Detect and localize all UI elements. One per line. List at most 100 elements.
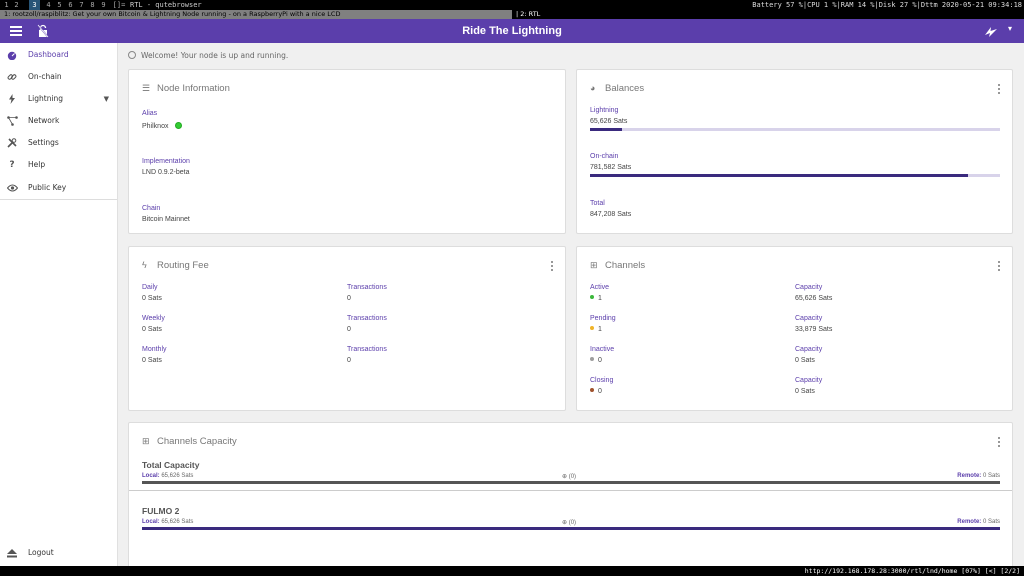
- sidebar-item-label: Dashboard: [28, 50, 69, 59]
- bolt-icon: [6, 89, 18, 109]
- sidebar-item-help[interactable]: ? Help: [0, 155, 117, 175]
- lightning-bar: [590, 128, 1000, 131]
- eye-icon: [6, 178, 18, 198]
- sidebar-item-dashboard[interactable]: Dashboard: [0, 45, 117, 65]
- active-count: 1: [590, 295, 602, 302]
- network-icon: [6, 111, 18, 131]
- lightning-bar-fill: [590, 128, 622, 131]
- tab-rtl[interactable]: | 2: RTL: [512, 10, 1024, 19]
- total-value: 847,208 Sats: [590, 211, 632, 218]
- speedometer-icon: [6, 45, 18, 65]
- monthly-transactions-label: Transactions: [347, 346, 387, 353]
- pending-capacity-value: 33,879 Sats: [795, 326, 833, 333]
- more-vert-icon[interactable]: [998, 84, 1002, 95]
- daily-value: 0 Sats: [142, 295, 162, 302]
- sidebar-item-logout[interactable]: Logout: [0, 543, 117, 563]
- card-title: ☰ Node Information: [142, 83, 230, 94]
- sidebar-item-label: Logout: [28, 548, 54, 557]
- sidebar-item-label: Network: [28, 116, 60, 125]
- workspace-8[interactable]: 8: [87, 0, 98, 10]
- channel-count: ⊕ (0): [562, 474, 577, 480]
- sidebar-item-public-key[interactable]: Public Key: [0, 178, 117, 198]
- i3-bar: 1 2 3 4 5 6 7 8 9 []= RTL - qutebrowser …: [0, 0, 1024, 10]
- sidebar: Dashboard On-chain Lightning ▼ Network S…: [0, 43, 118, 566]
- workspace-7[interactable]: 7: [76, 0, 87, 10]
- sidebar-item-network[interactable]: Network: [0, 111, 117, 131]
- inactive-count: 0: [590, 357, 602, 364]
- workspace-6[interactable]: 6: [65, 0, 76, 10]
- peer-title: FULMO 2: [142, 506, 180, 516]
- sidebar-item-label: Settings: [28, 138, 59, 147]
- status-url: http://192.168.178.28:3000/rtl/lnd/home …: [804, 567, 1020, 575]
- sidebar-item-label: Help: [28, 160, 46, 169]
- list-icon: ☰: [142, 83, 151, 93]
- sidebar-item-lightning[interactable]: Lightning ▼: [0, 89, 117, 109]
- more-vert-icon[interactable]: [551, 261, 555, 272]
- peer-remote-balance: Remote: 0 Sats: [957, 519, 1000, 525]
- channels-card: ⊞ Channels Active 1 Capacity 65,626 Sats …: [576, 246, 1013, 411]
- card-title: ⊞ Channels Capacity: [142, 436, 237, 447]
- more-vert-icon[interactable]: [998, 437, 1002, 448]
- total-capacity-title: Total Capacity: [142, 460, 200, 470]
- card-title: ⊞ Channels: [590, 260, 646, 271]
- daily-transactions-label: Transactions: [347, 284, 387, 291]
- main-content: Welcome! Your node is up and running. ☰ N…: [118, 43, 1024, 572]
- link-icon: [6, 67, 18, 87]
- onchain-label: On-chain: [590, 153, 619, 160]
- closing-capacity-label: Capacity: [795, 377, 823, 384]
- status-line: Battery 57 %|CPU 1 %|RAM 14 %|Disk 27 %|…: [752, 1, 1022, 9]
- weekly-transactions-value: 0: [347, 326, 351, 333]
- sidebar-item-on-chain[interactable]: On-chain: [0, 67, 117, 87]
- local-balance: Local: 65,626 Sats: [142, 473, 194, 479]
- welcome-message: Welcome! Your node is up and running.: [128, 51, 288, 60]
- workspace-3[interactable]: 3: [29, 0, 40, 10]
- workspace-9[interactable]: 9: [98, 0, 109, 10]
- remote-balance: Remote: 0 Sats: [957, 473, 1000, 479]
- network-icon: ⊞: [590, 260, 598, 270]
- chevron-down-icon[interactable]: ▼: [104, 89, 109, 109]
- online-status-icon: [175, 122, 183, 129]
- more-vert-icon[interactable]: [998, 261, 1002, 272]
- sidebar-item-label: Lightning: [28, 94, 64, 103]
- workspace-2[interactable]: 2: [11, 0, 22, 10]
- rtl-app: Ride The Lightning ▾ Dashboard On-chain …: [0, 19, 1024, 572]
- tools-icon: [6, 133, 18, 153]
- peer-capacity-bar: [142, 527, 1000, 530]
- status-dot-icon: [590, 295, 594, 299]
- question-icon: ?: [9, 160, 15, 170]
- weekly-value: 0 Sats: [142, 326, 162, 333]
- chain-value: Bitcoin Mainnet: [142, 216, 190, 223]
- sidebar-item-label: On-chain: [28, 72, 62, 81]
- card-title: ϟ Routing Fee: [142, 260, 209, 271]
- lightning-label: Lightning: [590, 107, 619, 114]
- onchain-bar-fill: [590, 174, 969, 177]
- separator: [129, 490, 1012, 491]
- top-toolbar: Ride The Lightning ▾: [0, 19, 1024, 43]
- peer-local-balance: Local: 65,626 Sats: [142, 519, 194, 525]
- workspace-4[interactable]: 4: [43, 0, 54, 10]
- tab-raspiblitz[interactable]: 1: rootzoll/raspiblitz: Get your own Bit…: [0, 10, 512, 19]
- monthly-value: 0 Sats: [142, 357, 162, 364]
- node-information-card: ☰ Node Information Alias Philknox Impleme…: [128, 69, 566, 234]
- window-title: RTL - qutebrowser: [130, 1, 202, 9]
- smiley-icon: [128, 51, 136, 59]
- onchain-value: 781,582 Sats: [590, 164, 632, 171]
- channels-capacity-card: ⊞ Channels Capacity Total Capacity Local:…: [128, 422, 1013, 572]
- pending-label: Pending: [590, 315, 616, 322]
- alias-value: Philknox: [142, 122, 183, 130]
- status-dot-icon: [590, 326, 594, 330]
- implementation-value: LND 0.9.2-beta: [142, 169, 190, 176]
- rtl-logo-icon[interactable]: [983, 24, 999, 38]
- inactive-capacity-value: 0 Sats: [795, 357, 815, 364]
- active-label: Active: [590, 284, 610, 291]
- daily-transactions-value: 0: [347, 295, 351, 302]
- layout-indicator: []=: [112, 1, 126, 9]
- welcome-text: Welcome! Your node is up and running.: [141, 51, 289, 60]
- workspace-5[interactable]: 5: [54, 0, 65, 10]
- onchain-bar: [590, 174, 1000, 177]
- lightning-value: 65,626 Sats: [590, 118, 628, 125]
- browser-status-bar: http://192.168.178.28:3000/rtl/lnd/home …: [0, 566, 1024, 576]
- chevron-down-icon[interactable]: ▾: [1008, 24, 1012, 33]
- eject-icon: [6, 543, 18, 563]
- sidebar-item-settings[interactable]: Settings: [0, 133, 117, 153]
